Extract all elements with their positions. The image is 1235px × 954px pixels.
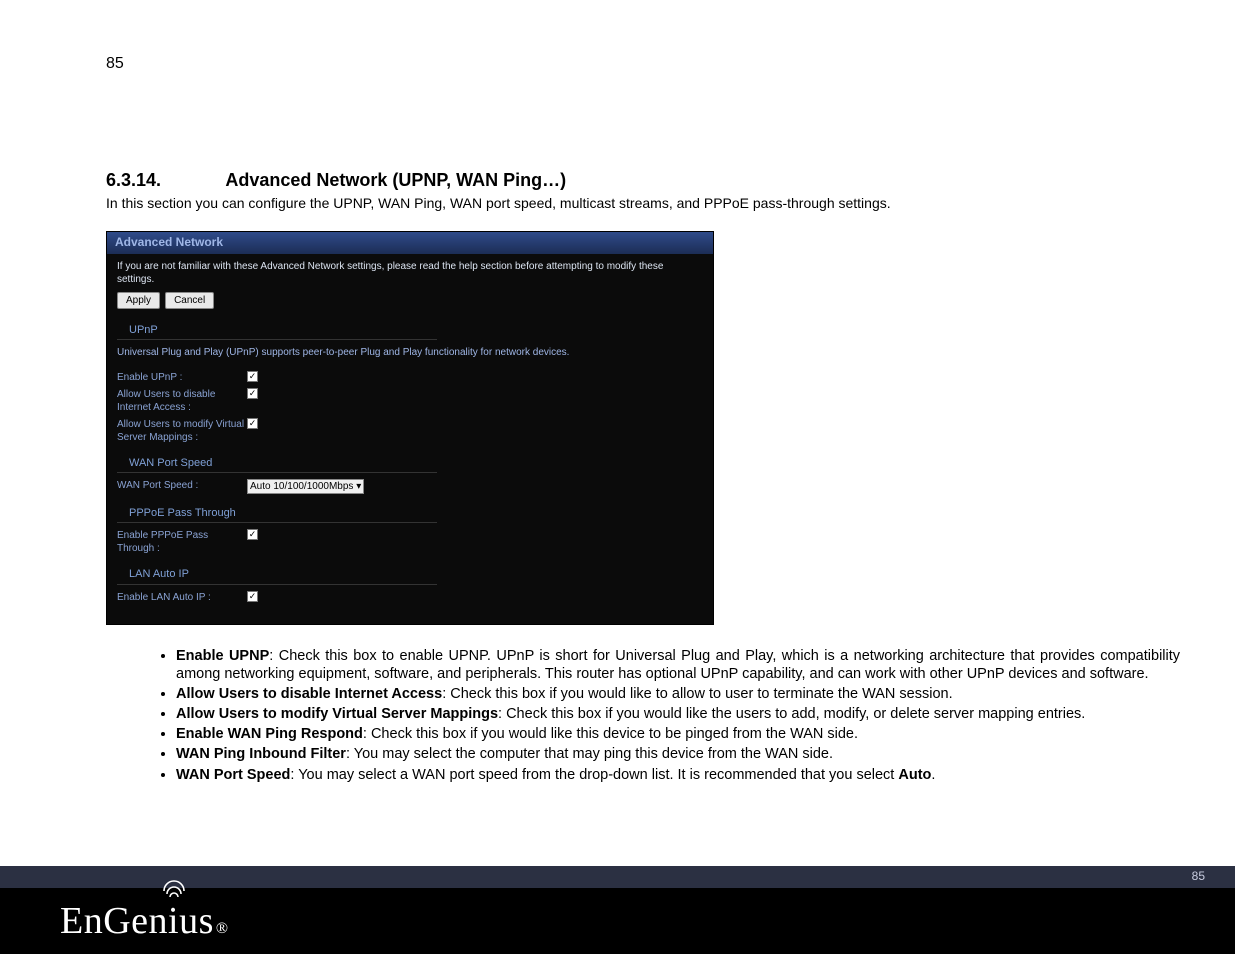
panel-title: Advanced Network [107, 232, 713, 254]
pppoe-pass-through-header: PPPoE Pass Through [117, 502, 437, 523]
list-item: Allow Users to disable Internet Access: … [176, 685, 1180, 703]
bullet-bold: Allow Users to disable Internet Access [176, 686, 442, 702]
list-item: WAN Ping Inbound Filter: You may select … [176, 745, 1180, 763]
router-panel: Advanced Network If you are not familiar… [106, 231, 714, 625]
allow-disable-internet-checkbox[interactable]: ✓ [247, 388, 258, 399]
section-heading: 6.3.14. Advanced Network (UPNP, WAN Ping… [106, 170, 1180, 191]
wifi-icon [162, 879, 186, 897]
list-item: Enable WAN Ping Respond: Check this box … [176, 725, 1180, 743]
bullet-text-tail: . [931, 767, 935, 783]
bullet-bold: WAN Port Speed [176, 767, 290, 783]
description-list: Enable UPNP: Check this box to enable UP… [106, 647, 1180, 784]
page-number-top: 85 [106, 55, 124, 73]
bullet-text: : Check this box to enable UPNP. UPnP is… [176, 648, 1180, 682]
bullet-bold: WAN Ping Inbound Filter [176, 746, 346, 762]
bullet-text: : You may select the computer that may p… [346, 746, 833, 762]
brand-logo: EnGeni us® [60, 899, 229, 943]
wan-port-speed-select[interactable]: Auto 10/100/1000Mbps ▾ [247, 479, 364, 494]
lan-auto-ip-label: Enable LAN Auto IP : [117, 591, 247, 604]
list-item: Allow Users to modify Virtual Server Map… [176, 705, 1180, 723]
allow-modify-mappings-label: Allow Users to modify Virtual Server Map… [117, 418, 247, 444]
section-intro: In this section you can configure the UP… [106, 195, 1180, 211]
bullet-text: : Check this box if you would like the u… [498, 706, 1085, 722]
section-number: 6.3.14. [106, 170, 221, 191]
upnp-description: Universal Plug and Play (UPnP) supports … [117, 346, 703, 359]
wan-port-speed-value: Auto 10/100/1000Mbps [250, 481, 353, 492]
pppoe-pass-through-checkbox[interactable]: ✓ [247, 529, 258, 540]
pppoe-pass-through-label: Enable PPPoE Pass Through : [117, 529, 247, 555]
bullet-bold: Enable WAN Ping Respond [176, 726, 363, 742]
page-number-footer: 85 [1192, 869, 1205, 883]
apply-button[interactable]: Apply [117, 292, 160, 309]
list-item: WAN Port Speed: You may select a WAN por… [176, 766, 1180, 784]
logo-registered: ® [216, 920, 229, 938]
bullet-bold: Allow Users to modify Virtual Server Map… [176, 706, 498, 722]
lan-auto-ip-header: LAN Auto IP [117, 563, 437, 584]
enable-upnp-label: Enable UPnP : [117, 371, 247, 384]
wan-port-speed-label: WAN Port Speed : [117, 479, 247, 492]
bullet-bold: Enable UPNP [176, 648, 269, 664]
allow-disable-internet-label: Allow Users to disable Internet Access : [117, 388, 247, 414]
allow-modify-mappings-checkbox[interactable]: ✓ [247, 418, 258, 429]
list-item: Enable UPNP: Check this box to enable UP… [176, 647, 1180, 683]
lan-auto-ip-checkbox[interactable]: ✓ [247, 591, 258, 602]
bullet-text: : Check this box if you would like to al… [442, 686, 952, 702]
section-title-text: Advanced Network (UPNP, WAN Ping…) [225, 170, 566, 190]
panel-help-text: If you are not familiar with these Advan… [117, 260, 703, 286]
enable-upnp-checkbox[interactable]: ✓ [247, 371, 258, 382]
bullet-text: : You may select a WAN port speed from t… [290, 767, 898, 783]
logo-text-a: EnGen [60, 899, 168, 943]
logo-i: i [168, 899, 179, 943]
bullet-bold-inline: Auto [898, 767, 931, 783]
upnp-section-header: UPnP [117, 319, 437, 340]
wan-port-speed-header: WAN Port Speed [117, 452, 437, 473]
cancel-button[interactable]: Cancel [165, 292, 214, 309]
logo-text-b: us [179, 899, 214, 943]
footer: 85 EnGeni us® [0, 866, 1235, 954]
bullet-text: : Check this box if you would like this … [363, 726, 858, 742]
